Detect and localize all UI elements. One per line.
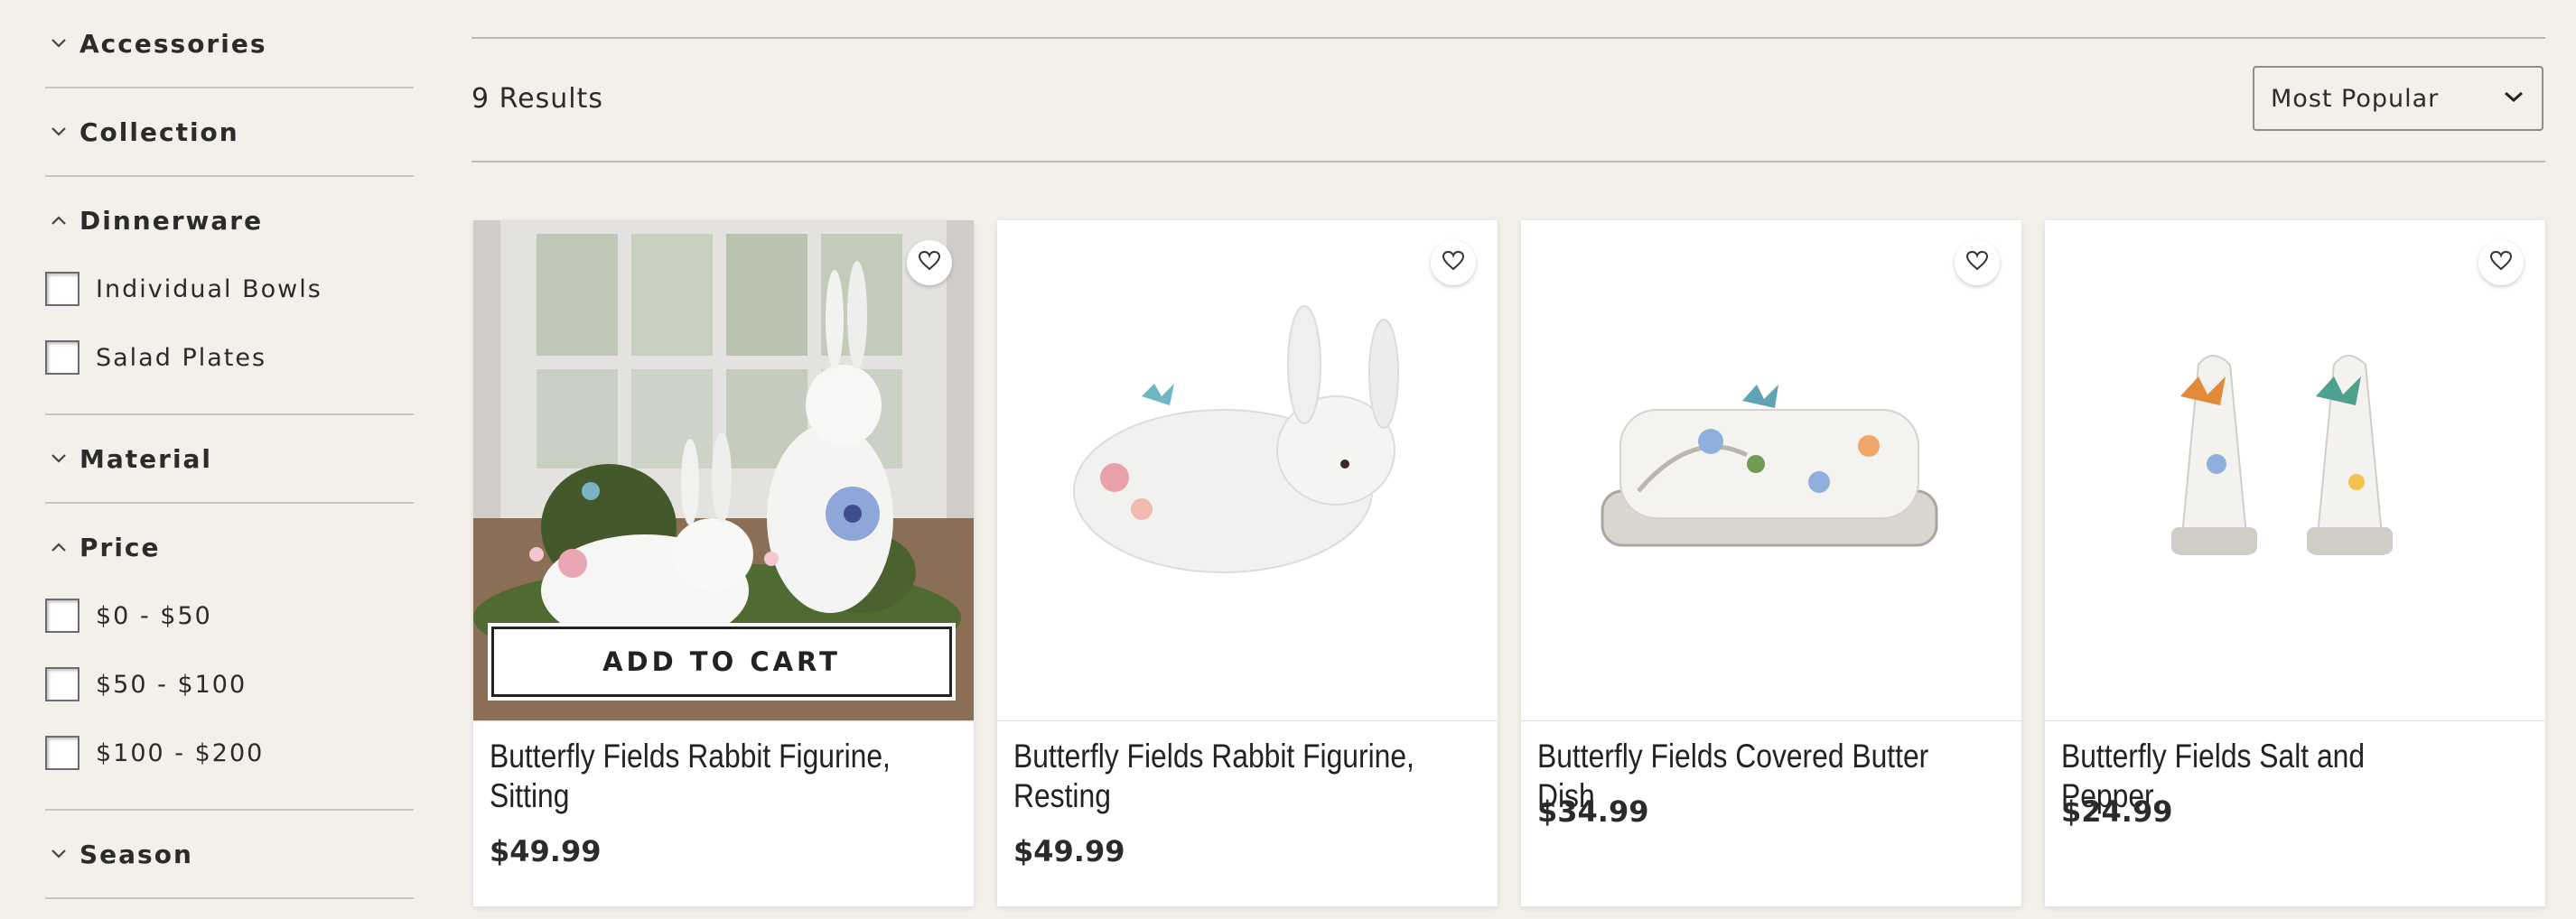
checkbox[interactable] [45,340,79,375]
facet-title: Dinnerware [79,205,264,236]
filter-option[interactable]: Salad Plates [45,323,414,392]
checkbox[interactable] [45,736,79,770]
results-count: 9 Results [471,83,603,115]
facet-title: Material [79,443,213,474]
filter-option[interactable]: $50 - $100 [45,650,414,719]
facet-title: Price [79,532,161,562]
product-image[interactable] [997,220,1498,721]
product-price: $49.99 [490,834,602,868]
facet-accessories-toggle[interactable]: Accessories [45,0,414,87]
option-label: $50 - $100 [96,670,247,699]
product-card[interactable]: Butterfly Fields Covered Butter Dish $34… [1521,220,2021,906]
divider [471,161,2545,162]
chevron-up-icon [45,207,72,234]
facet-title: Accessories [79,28,267,59]
product-price: $34.99 [1537,794,1649,829]
product-card[interactable]: Butterfly Fields Salt and Pepper $24.99 [2045,220,2545,906]
product-name[interactable]: Butterfly Fields Rabbit Figurine, Restin… [1013,737,1417,816]
chevron-down-icon [45,445,72,472]
product-name[interactable]: Butterfly Fields Rabbit Figurine, Sittin… [490,737,893,816]
product-image[interactable] [2045,220,2545,721]
facet-dinnerware: Dinnerware Individual Bowls Salad Plates [45,177,414,415]
facet-options: Individual Bowls Salad Plates [45,255,414,413]
divider [471,37,2545,39]
chevron-down-icon [45,30,72,57]
facet-season: Season [45,811,414,899]
filter-option[interactable]: Individual Bowls [45,255,414,323]
wishlist-button[interactable] [2478,240,2524,285]
add-to-cart-button[interactable]: ADD TO CART [488,623,956,701]
filter-sidebar: Accessories Collection Dinnerware Indivi… [45,0,414,899]
wishlist-button[interactable] [907,240,952,285]
facet-title: Season [79,839,193,869]
facet-material: Material [45,415,414,504]
facet-title: Collection [79,116,239,147]
facet-material-toggle[interactable]: Material [45,415,414,502]
sort-select[interactable]: Most Popular [2253,66,2543,131]
wishlist-button[interactable] [1955,240,2000,285]
chevron-up-icon [45,534,72,561]
heart-icon [1442,250,1465,275]
facet-collection: Collection [45,88,414,177]
product-price: $24.99 [2061,794,2173,829]
heart-icon [1965,250,1989,275]
facet-season-toggle[interactable]: Season [45,811,414,897]
product-card[interactable]: Butterfly Fields Rabbit Figurine, Restin… [997,220,1498,906]
checkbox[interactable] [45,599,79,633]
checkbox[interactable] [45,272,79,306]
facet-collection-toggle[interactable]: Collection [45,88,414,175]
heart-icon [2489,250,2513,275]
product-card[interactable]: ADD TO CART Butterfly Fields Rabbit Figu… [473,220,974,906]
filter-option[interactable]: $100 - $200 [45,719,414,787]
product-image[interactable]: ADD TO CART [473,220,974,721]
option-label: Individual Bowls [96,274,322,303]
option-label: $100 - $200 [96,738,265,767]
facet-price: Price $0 - $50 $50 - $100 $100 - $200 [45,504,414,811]
facet-price-toggle[interactable]: Price [45,504,414,590]
heart-icon [918,250,941,275]
product-price: $49.99 [1013,834,1125,868]
filter-option[interactable]: $0 - $50 [45,581,414,650]
product-image[interactable] [1521,220,2021,721]
facet-accessories: Accessories [45,0,414,88]
option-label: Salad Plates [96,343,267,372]
chevron-down-icon [2502,89,2525,107]
checkbox[interactable] [45,667,79,701]
chevron-down-icon [45,840,72,868]
chevron-down-icon [45,118,72,145]
option-label: $0 - $50 [96,601,212,630]
sort-selected-label: Most Popular [2271,84,2440,113]
wishlist-button[interactable] [1431,240,1476,285]
facet-dinnerware-toggle[interactable]: Dinnerware [45,177,414,264]
facet-options: $0 - $50 $50 - $100 $100 - $200 [45,581,414,809]
